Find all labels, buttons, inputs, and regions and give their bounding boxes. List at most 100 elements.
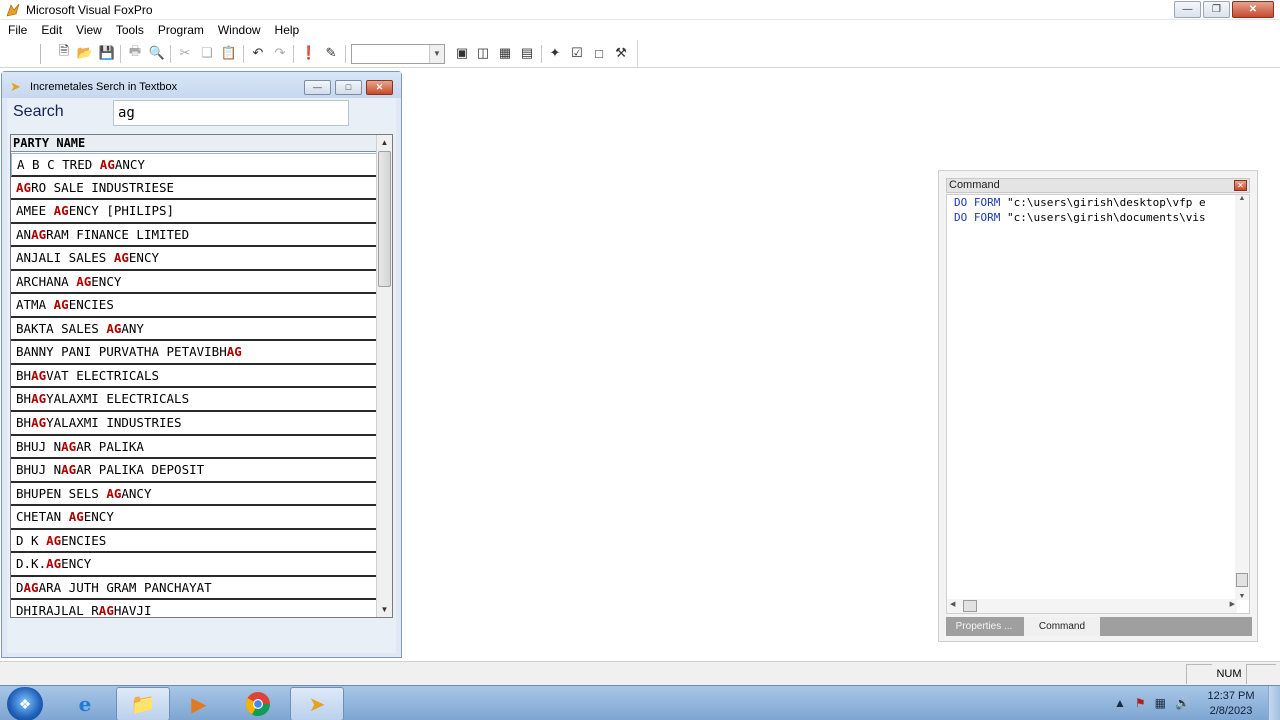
modify-form-icon[interactable]: ✎ (322, 44, 340, 62)
command-line[interactable]: DO FORM "c:\users\girish\documents\vis (947, 210, 1249, 225)
party-grid[interactable]: PARTY NAME A B C TRED AGANCY AGRO SALE IN… (10, 134, 393, 618)
show-hidden-icons-icon[interactable]: ▲ (1114, 696, 1126, 710)
internet-explorer-icon[interactable]: e (58, 687, 112, 720)
tab-properties[interactable]: Properties ... (946, 617, 1022, 636)
table-row[interactable]: D K AGENCIES (11, 530, 377, 554)
scroll-down-arrow-icon[interactable]: ▼ (377, 602, 392, 617)
scroll-right-arrow-icon[interactable]: ▶ (1230, 600, 1235, 608)
scroll-thumb[interactable] (963, 600, 977, 612)
scroll-up-arrow-icon[interactable]: ▲ (1235, 195, 1249, 202)
search-input[interactable] (113, 100, 349, 126)
toolbar-combo[interactable]: ▼ (351, 44, 445, 64)
code-icon[interactable]: ▤ (518, 44, 536, 62)
grid-column-header-party-name[interactable]: PARTY NAME (11, 135, 377, 152)
restore-button[interactable]: ❐ (1203, 1, 1230, 18)
foxpro-app-icon[interactable] (5, 2, 21, 18)
minimize-button[interactable]: — (1174, 1, 1201, 18)
visual-foxpro-icon[interactable]: ➤ (290, 687, 344, 720)
undo-icon[interactable]: ↶ (249, 44, 267, 62)
command-vertical-scrollbar[interactable]: ▲ ▼ (1235, 195, 1249, 600)
tab-command[interactable]: Command (1024, 617, 1100, 636)
table-row[interactable]: D.K.AGENCY (11, 553, 377, 577)
table-row[interactable]: ATMA AGENCIES (11, 294, 377, 318)
table-row[interactable]: ANAGRAM FINANCE LIMITED (11, 224, 377, 248)
table-row[interactable]: AGRO SALE INDUSTRIESE (11, 177, 377, 201)
search-match-highlight: AG (61, 438, 77, 454)
scroll-thumb[interactable] (378, 151, 391, 287)
menu-view[interactable]: View (68, 20, 108, 40)
report-designer-icon[interactable]: ☑ (568, 44, 586, 62)
menu-window[interactable]: Window (210, 20, 267, 40)
status-pane (1246, 664, 1276, 684)
redo-icon[interactable]: ↷ (271, 44, 289, 62)
table-row[interactable]: A B C TRED AGANCY (11, 153, 377, 177)
form-maximize-button[interactable]: □ (335, 80, 362, 95)
grid-vertical-scrollbar[interactable]: ▲ ▼ (376, 135, 392, 617)
scroll-thumb[interactable] (1236, 573, 1248, 587)
table-row[interactable]: BHAGYALAXMI INDUSTRIES (11, 412, 377, 436)
save-icon[interactable]: 💾 (98, 44, 116, 62)
chrome-icon[interactable] (231, 687, 285, 720)
form-titlebar[interactable]: ➤ Incremetales Serch in Textbox — □ ✕ (2, 72, 401, 98)
open-folder-icon[interactable]: 📂 (76, 44, 94, 62)
action-center-icon[interactable]: ⚑ (1135, 696, 1146, 710)
table-row[interactable]: DHIRAJLAL RAGHAVJI (11, 600, 377, 617)
menu-edit[interactable]: Edit (33, 20, 68, 40)
table-row[interactable]: BHUJ NAGAR PALIKA (11, 436, 377, 460)
cut-icon[interactable]: ✂ (176, 44, 194, 62)
new-file-icon[interactable]: 🗎 (55, 43, 73, 62)
network-icon[interactable]: ▦ (1155, 696, 1166, 710)
media-player-icon[interactable]: ▶ (172, 687, 226, 720)
table-row[interactable]: ANJALI SALES AGENCY (11, 247, 377, 271)
table-row[interactable]: CHETAN AGENCY (11, 506, 377, 530)
search-match-highlight: AG (23, 579, 39, 595)
table-row[interactable]: ARCHANA AGENCY (11, 271, 377, 295)
command-horizontal-scrollbar[interactable]: ◀ ▶ (947, 599, 1237, 613)
menu-file[interactable]: File (0, 20, 33, 40)
form-minimize-button[interactable]: — (304, 80, 331, 95)
command-titlebar[interactable]: Command ✕ (946, 178, 1250, 193)
table-row[interactable]: BHUJ NAGAR PALIKA DEPOSIT (11, 459, 377, 483)
chevron-down-icon[interactable]: ▼ (429, 45, 444, 63)
scroll-up-arrow-icon[interactable]: ▲ (377, 135, 392, 150)
form-wizard-icon[interactable]: ✦ (546, 44, 564, 62)
menu-tools[interactable]: Tools (108, 20, 150, 40)
properties-icon[interactable]: ▦ (496, 44, 514, 62)
table-row[interactable]: DAGARA JUTH GRAM PANCHAYAT (11, 577, 377, 601)
copy-icon[interactable]: ❏ (198, 44, 216, 62)
command-close-icon[interactable]: ✕ (1234, 180, 1247, 191)
table-row[interactable]: BAKTA SALES AGANY (11, 318, 377, 342)
search-match-highlight: AG (31, 226, 47, 242)
print-preview-icon[interactable]: 🔍 (148, 44, 166, 62)
run-icon[interactable]: ❗ (300, 44, 318, 62)
builder-icon[interactable]: □ (590, 44, 608, 62)
paste-icon[interactable]: 📋 (220, 44, 238, 62)
toolbar-grip[interactable] (40, 44, 42, 64)
file-explorer-icon[interactable]: 📁 (116, 687, 170, 720)
table-row[interactable]: BANNY PANI PURVATHA PETAVIBHAG (11, 341, 377, 365)
search-match-highlight: AG (76, 273, 92, 289)
form-close-button[interactable]: ✕ (366, 80, 393, 95)
clock[interactable]: 12:37 PM 2/8/2023 (1200, 689, 1262, 719)
command-editor[interactable]: DO FORM "c:\users\girish\desktop\vfp e D… (946, 194, 1250, 614)
volume-icon[interactable]: 🔊 (1175, 696, 1190, 710)
command-line[interactable]: DO FORM "c:\users\girish\desktop\vfp e (947, 195, 1249, 210)
menu-program[interactable]: Program (150, 20, 210, 40)
table-row[interactable]: BHAGVAT ELECTRICALS (11, 365, 377, 389)
close-button[interactable]: ✕ (1232, 1, 1274, 18)
clock-time: 12:37 PM (1207, 690, 1255, 702)
show-desktop-button[interactable] (1268, 686, 1280, 720)
data-session-icon[interactable]: ◫ (474, 44, 492, 62)
start-button[interactable]: ❖ (7, 687, 43, 720)
tools-hammer-icon[interactable]: ⚒ (612, 44, 630, 62)
system-tray: ▲ ⚑ ▦ 🔊 (1108, 686, 1198, 720)
scroll-left-arrow-icon[interactable]: ◀ (950, 600, 955, 608)
table-row[interactable]: AMEE AGENCY [PHILIPS] (11, 200, 377, 224)
table-row[interactable]: BHAGYALAXMI ELECTRICALS (11, 388, 377, 413)
command-window-icon[interactable]: ▣ (453, 44, 471, 62)
print-icon[interactable]: 🖶 (126, 43, 144, 62)
menu-help[interactable]: Help (267, 20, 306, 40)
scroll-down-arrow-icon[interactable]: ▼ (1235, 593, 1249, 600)
table-row[interactable]: BHUPEN SELS AGANCY (11, 483, 377, 507)
command-tabs: Properties ... Command (946, 617, 1252, 636)
